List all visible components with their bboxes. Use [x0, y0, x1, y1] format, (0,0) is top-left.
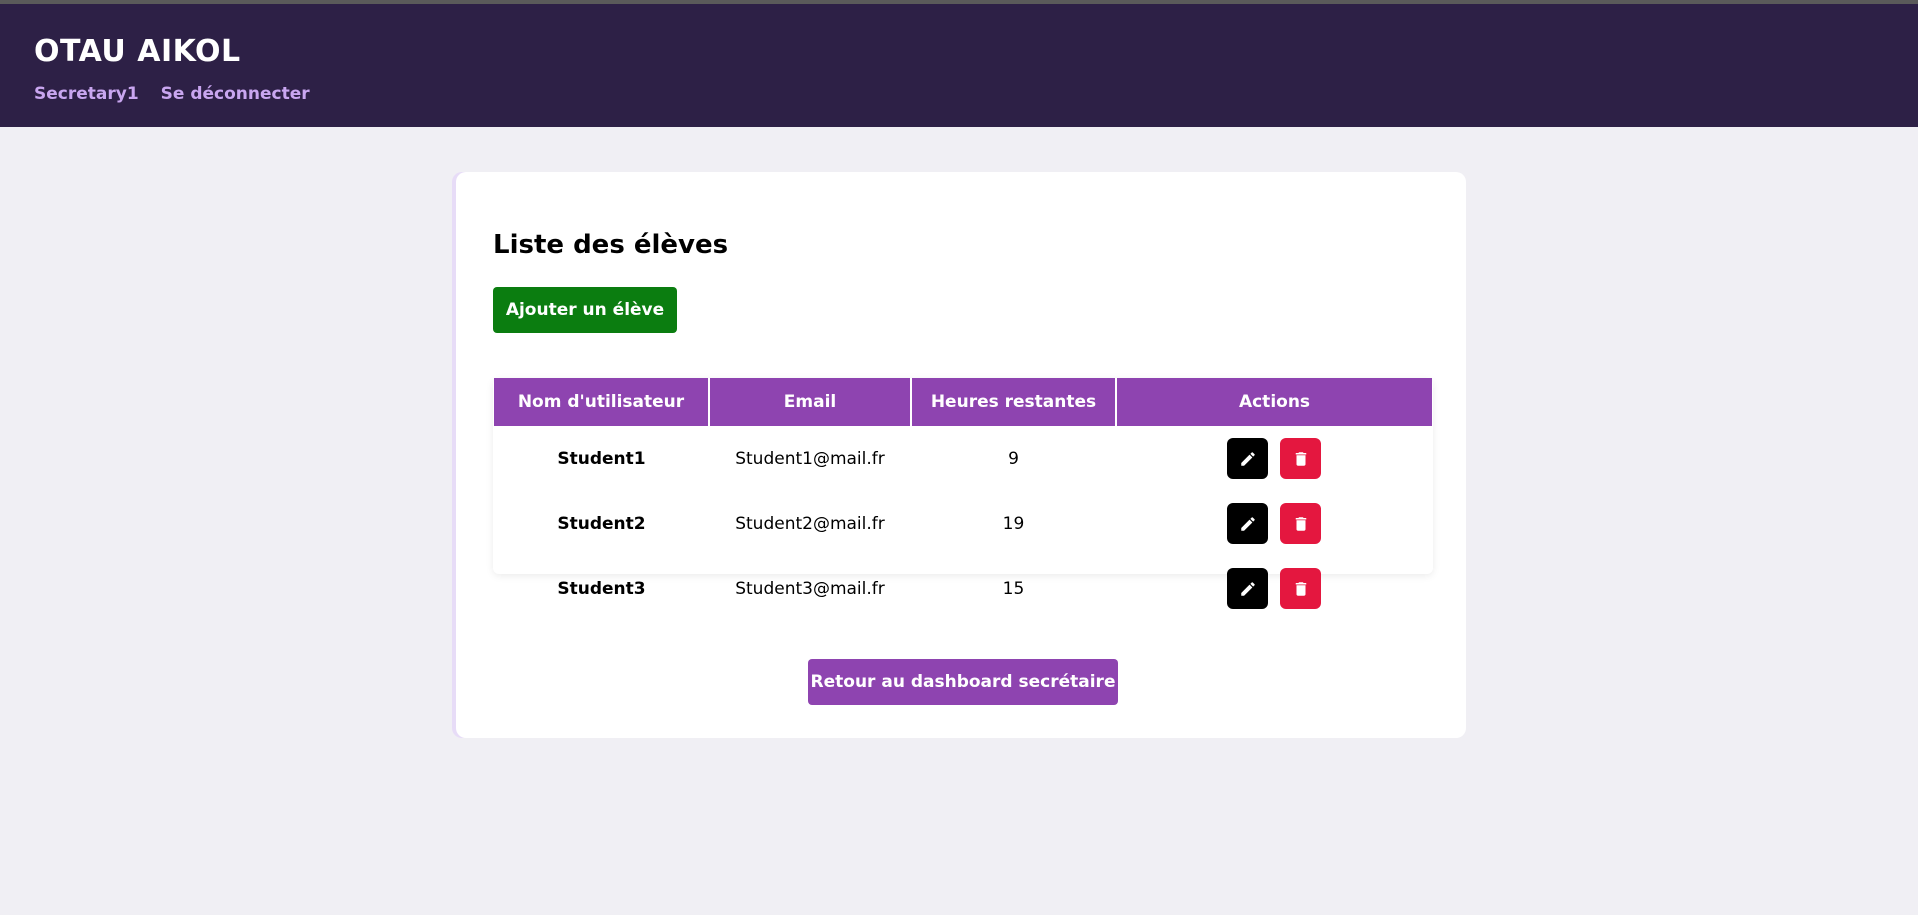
column-header-email: Email: [709, 378, 912, 426]
back-to-dashboard-button[interactable]: Retour au dashboard secrétaire: [808, 659, 1118, 705]
pencil-icon: [1240, 516, 1255, 531]
actions-cell: [1116, 556, 1432, 621]
students-card: Liste des élèves Ajouter un élève Nom d'…: [456, 172, 1466, 738]
email-cell: Student3@mail.fr: [735, 578, 885, 599]
table-row: Student1 Student1@mail.fr 9: [494, 426, 1432, 491]
logout-link[interactable]: Se déconnecter: [161, 84, 310, 104]
username-cell: Student1: [557, 448, 646, 469]
students-table: Nom d'utilisateur Email Heures restantes…: [494, 378, 1432, 621]
hours-cell: 9: [1008, 448, 1019, 469]
header-nav: Secretary1 Se déconnecter: [34, 84, 310, 104]
brand-title: OTAU AIKOL: [34, 34, 241, 69]
hours-cell: 19: [1002, 513, 1025, 534]
students-table-container: Nom d'utilisateur Email Heures restantes…: [493, 378, 1433, 609]
pencil-icon: [1240, 451, 1255, 466]
edit-student-button[interactable]: [1227, 503, 1268, 544]
trash-icon: [1295, 516, 1306, 531]
edit-student-button[interactable]: [1227, 438, 1268, 479]
add-student-button[interactable]: Ajouter un élève: [493, 287, 677, 333]
delete-student-button[interactable]: [1280, 438, 1321, 479]
hours-cell: 15: [1002, 578, 1025, 599]
email-cell: Student1@mail.fr: [735, 448, 885, 469]
table-row: Student2 Student2@mail.fr 19: [494, 491, 1432, 556]
actions-cell: [1116, 426, 1432, 491]
username-cell: Student3: [557, 578, 646, 599]
column-header-username: Nom d'utilisateur: [494, 378, 710, 426]
top-header: OTAU AIKOL Secretary1 Se déconnecter: [0, 4, 1918, 127]
column-header-hours: Heures restantes: [911, 378, 1117, 426]
delete-student-button[interactable]: [1280, 568, 1321, 609]
trash-icon: [1295, 451, 1306, 466]
username-cell: Student2: [557, 513, 646, 534]
column-header-actions: Actions: [1116, 378, 1432, 426]
trash-icon: [1295, 581, 1306, 596]
pencil-icon: [1240, 581, 1255, 596]
page-title: Liste des élèves: [493, 230, 729, 260]
email-cell: Student2@mail.fr: [735, 513, 885, 534]
delete-student-button[interactable]: [1280, 503, 1321, 544]
table-row: Student3 Student3@mail.fr 15: [494, 556, 1432, 621]
edit-student-button[interactable]: [1227, 568, 1268, 609]
table-header-row: Nom d'utilisateur Email Heures restantes…: [494, 378, 1432, 426]
user-profile-link[interactable]: Secretary1: [34, 84, 139, 104]
actions-cell: [1116, 491, 1432, 556]
